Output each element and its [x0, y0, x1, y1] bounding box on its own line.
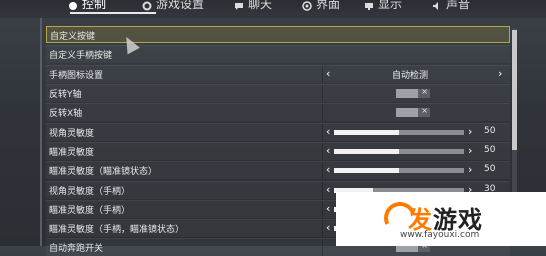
watermark: 发游戏 www.fayouxi.com — [336, 192, 546, 246]
row-separator — [322, 143, 323, 160]
slider-increase-arrow[interactable]: › — [468, 144, 472, 157]
sensitivity-slider[interactable] — [334, 168, 464, 173]
settings-tab-bar: 控制 游戏设置 聊天 界面 显示 声音 — [0, 0, 546, 18]
tab-sound[interactable]: 声音 — [432, 0, 470, 12]
tab-controls[interactable]: 控制 — [68, 0, 106, 12]
panel-edge — [40, 18, 42, 246]
tab-chat[interactable]: 聊天 — [234, 0, 272, 12]
slider-decrease-arrow[interactable]: ‹ — [326, 144, 330, 157]
slider-value: 50 — [484, 164, 496, 174]
watermark-url: www.fayouxi.com — [400, 230, 480, 240]
invert-x-toggle[interactable]: × — [396, 106, 430, 117]
tab-game-settings[interactable]: 游戏设置 — [142, 0, 204, 12]
active-tab-underline — [70, 12, 156, 14]
gamepad-icon — [68, 0, 78, 10]
row-aim-sensitivity: 瞄准灵敏度 ‹ › 50 — [46, 142, 510, 160]
row-custom-controller-keys[interactable]: 自定义手柄按键 — [46, 45, 510, 63]
row-separator — [322, 239, 323, 256]
tab-interface[interactable]: 界面 — [302, 0, 340, 12]
slider-value: 50 — [484, 145, 496, 155]
row-separator — [322, 220, 323, 237]
slider-increase-arrow[interactable]: › — [468, 125, 472, 138]
slider-value: 50 — [484, 126, 496, 136]
toggle-knob — [396, 89, 418, 98]
row-invert-y: 反转Y轴 × — [46, 84, 510, 102]
row-label: 反转Y轴 — [49, 90, 82, 100]
slider-decrease-arrow[interactable]: ‹ — [326, 183, 330, 196]
tab-display[interactable]: 显示 — [364, 0, 402, 12]
row-label: 瞄准灵敏度（手柄，瞄准镜状态） — [49, 225, 185, 235]
row-separator — [322, 85, 323, 102]
slider-fill — [334, 130, 399, 135]
slider-fill — [334, 149, 399, 154]
slider-decrease-arrow[interactable]: ‹ — [326, 221, 330, 234]
row-separator — [322, 104, 323, 121]
row-label: 自定义按键 — [50, 32, 96, 42]
scrollbar-thumb[interactable] — [512, 30, 517, 150]
slider-decrease-arrow[interactable]: ‹ — [326, 163, 330, 176]
row-label: 视角灵敏度（手柄） — [49, 187, 131, 197]
sensitivity-slider[interactable] — [334, 130, 464, 135]
slider-decrease-arrow[interactable]: ‹ — [326, 125, 330, 138]
interface-icon — [302, 0, 312, 11]
selector-value: 自动检测 — [392, 71, 429, 81]
selector-left-arrow[interactable]: ‹ — [326, 67, 330, 80]
selector-right-arrow[interactable]: › — [498, 67, 502, 80]
sensitivity-slider[interactable] — [334, 149, 464, 154]
row-view-sensitivity: 视角灵敏度 ‹ › 50 — [46, 123, 510, 141]
row-custom-keys[interactable]: 自定义按键 — [46, 26, 510, 43]
row-label: 反转X轴 — [49, 109, 83, 119]
row-label: 瞄准灵敏度 — [49, 148, 95, 158]
row-invert-x: 反转X轴 × — [46, 103, 510, 121]
gear-icon — [142, 0, 152, 10]
slider-decrease-arrow[interactable]: ‹ — [326, 202, 330, 215]
row-label: 自动奔跑开关 — [49, 244, 104, 254]
row-controller-icon-setting: 手柄图标设置 ‹ 自动检测 › — [46, 65, 510, 83]
toggle-off-mark: × — [421, 106, 428, 115]
row-separator — [322, 162, 323, 179]
row-label: 视角灵敏度 — [49, 129, 95, 139]
row-label: 手柄图标设置 — [49, 71, 104, 81]
slider-fill — [334, 168, 399, 173]
row-separator — [322, 66, 323, 83]
row-separator — [322, 201, 323, 218]
row-separator — [322, 182, 323, 199]
row-separator — [322, 124, 323, 141]
speaker-icon — [432, 0, 442, 10]
slider-increase-arrow[interactable]: › — [468, 163, 472, 176]
row-label: 瞄准灵敏度（瞄准镜状态） — [49, 167, 158, 177]
row-aim-scope-sensitivity: 瞄准灵敏度（瞄准镜状态） ‹ › 50 — [46, 161, 510, 179]
chat-icon — [234, 0, 244, 10]
row-label: 瞄准灵敏度（手柄） — [49, 206, 131, 216]
display-icon — [364, 0, 374, 10]
toggle-knob — [396, 108, 418, 117]
invert-y-toggle[interactable]: × — [396, 87, 430, 98]
row-label: 自定义手柄按键 — [49, 51, 113, 61]
toggle-off-mark: × — [421, 87, 428, 96]
